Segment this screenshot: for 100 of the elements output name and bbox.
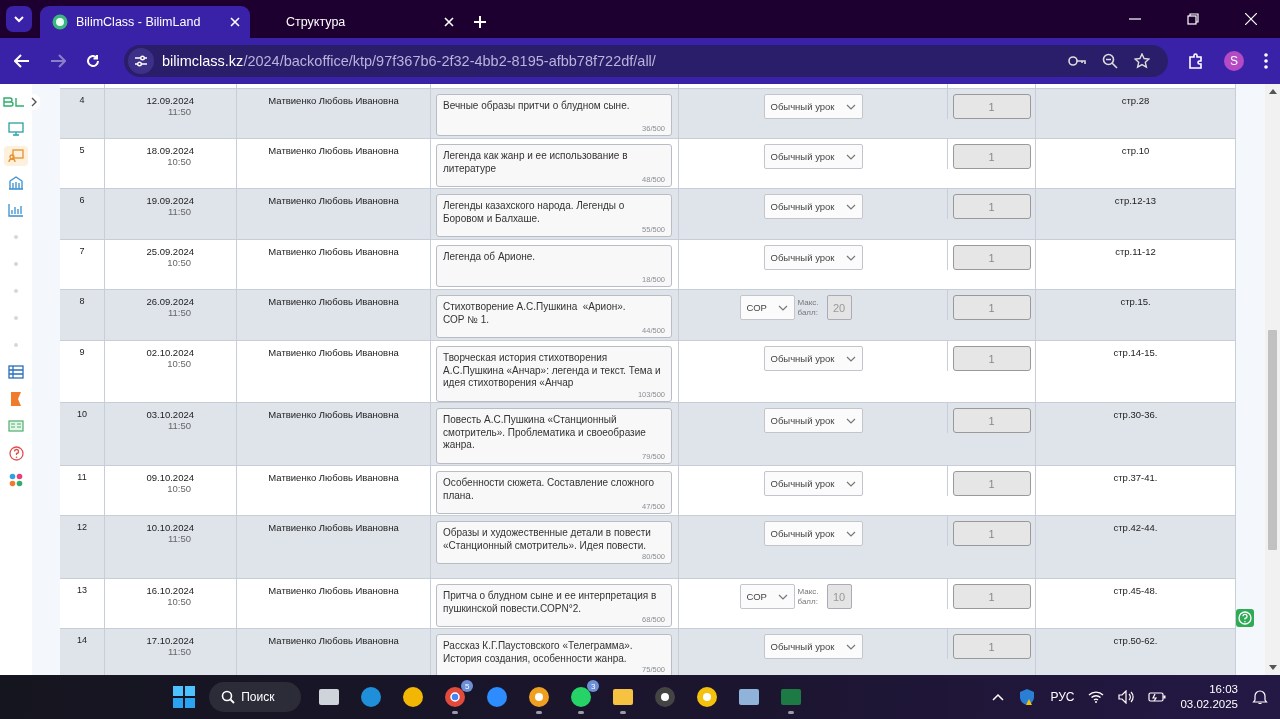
menu-icon[interactable] [1264, 53, 1268, 69]
language-indicator[interactable]: РУС [1050, 690, 1075, 704]
row-number: 9 [79, 347, 85, 357]
pages-text: стр.10 [1121, 145, 1150, 156]
caret-icon [845, 530, 856, 537]
teacher-name: Матвиенко Любовь Ивановна [268, 95, 399, 106]
notification-icon[interactable] [1252, 689, 1268, 705]
apps-icon [9, 473, 23, 487]
chevron-icon[interactable] [28, 94, 40, 110]
lesson-time: 10:50 [167, 483, 192, 494]
caret-icon [845, 480, 856, 487]
app-icon [401, 685, 426, 709]
shield-icon[interactable] [1018, 688, 1037, 706]
address-bar[interactable]: bilimclass.kz/2024/backoffice/ktp/97f367b6-2f32-4bb2-8195-afbb78f722df/all/ [124, 45, 1168, 77]
max-score-label: Макс. балл: [797, 586, 820, 607]
close-icon[interactable] [444, 17, 454, 27]
lesson-date: 19.09.2024 [146, 195, 194, 206]
url-text: bilimclass.kz/2024/backoffice/ktp/97f367b6-2f32-4bb2-8195-afbb78f722df/all/ [162, 53, 656, 69]
lesson-time: 11:50 [167, 533, 192, 544]
caret-icon [777, 304, 788, 311]
help-icon[interactable] [1236, 609, 1254, 627]
wifi-icon[interactable] [1088, 691, 1105, 703]
lesson-type-select[interactable]: Обычный урок [763, 471, 863, 496]
nav-dot[interactable] [14, 235, 18, 239]
row-number: 8 [79, 296, 85, 306]
chart-icon [8, 203, 24, 217]
lesson-type-select[interactable]: Обычный урок [763, 521, 863, 546]
lesson-date: 17.10.2024 [146, 635, 194, 646]
caret-icon [845, 153, 856, 160]
site-icon [52, 14, 68, 30]
teacher-name: Матвиенко Любовь Ивановна [268, 347, 399, 358]
nav-dot[interactable] [14, 316, 18, 320]
scrollbar-thumb[interactable] [1268, 330, 1277, 550]
card-icon [8, 420, 24, 432]
teacher-board-icon [8, 149, 24, 163]
caret-icon [845, 103, 856, 110]
profile-avatar[interactable]: S [1224, 51, 1244, 71]
lesson-type-select[interactable]: Обычный урок [763, 144, 863, 169]
lesson-date: 09.10.2024 [146, 472, 194, 483]
reload-icon[interactable] [86, 54, 100, 68]
app-icon [695, 685, 720, 709]
nav-dot[interactable] [14, 289, 18, 293]
close-icon[interactable] [230, 17, 240, 27]
pages-text: стр.28 [1121, 95, 1150, 106]
windows-icon[interactable] [173, 686, 196, 708]
caret-icon [13, 15, 25, 23]
tab-title: Структура [286, 15, 347, 29]
volume-icon[interactable] [1118, 690, 1135, 704]
site-settings-icon[interactable] [128, 48, 154, 74]
caret-icon [845, 417, 856, 424]
monitor-icon [8, 122, 24, 136]
search-icon [221, 690, 236, 704]
row-number: 11 [77, 472, 87, 482]
row-number: 6 [79, 195, 85, 205]
teacher-name: Матвиенко Любовь Ивановна [268, 585, 399, 596]
lesson-type-select[interactable]: СОР [739, 584, 795, 609]
close-icon[interactable] [1245, 13, 1257, 25]
lesson-type-select[interactable]: Обычный урок [763, 346, 863, 371]
star-icon[interactable] [1134, 53, 1150, 69]
search-button[interactable]: Поиск [209, 682, 302, 712]
back-icon[interactable] [14, 54, 30, 68]
key-icon[interactable] [1068, 55, 1086, 67]
pages-text: стр.15. [1120, 296, 1151, 307]
browser-tab[interactable]: BilimClass - BilimLand [40, 6, 250, 38]
clock-date[interactable]: 03.02.2025 [1180, 697, 1238, 712]
notification-badge: 5 [461, 680, 474, 692]
puzzle-icon[interactable] [1188, 53, 1204, 69]
app-icon [443, 685, 468, 709]
teacher-name: Матвиенко Любовь Ивановна [268, 472, 399, 483]
row-number: 10 [77, 409, 87, 419]
restore-icon[interactable] [1187, 13, 1199, 25]
app-icon [485, 685, 510, 709]
app-icon [359, 685, 384, 709]
teacher-name: Матвиенко Любовь Ивановна [268, 195, 399, 206]
lesson-type-select[interactable]: Обычный урок [763, 94, 863, 119]
lesson-time: 11:50 [167, 106, 192, 117]
battery-icon[interactable] [1148, 691, 1167, 703]
row-number: 5 [79, 145, 85, 155]
lesson-type-select[interactable]: СОР [739, 295, 795, 320]
lesson-type-select[interactable]: Обычный урок [763, 245, 863, 270]
pages-text: стр.50-62. [1113, 635, 1158, 646]
row-number: 14 [77, 635, 87, 645]
row-number: 12 [77, 522, 87, 532]
lesson-type-select[interactable]: Обычный урок [763, 194, 863, 219]
zoom-out-icon[interactable] [1102, 53, 1118, 69]
forward-icon[interactable] [50, 54, 66, 68]
new-tab-icon[interactable] [474, 16, 486, 28]
scroll-down-icon[interactable] [1268, 665, 1277, 671]
nav-dot[interactable] [14, 343, 18, 347]
lesson-type-select[interactable]: Обычный урок [763, 408, 863, 433]
browser-tab[interactable]: Структура [250, 6, 464, 38]
clock-time[interactable]: 16:03 [1209, 682, 1238, 697]
chevron-up-icon[interactable] [992, 693, 1005, 701]
teacher-name: Матвиенко Любовь Ивановна [268, 409, 399, 420]
tab-list-button[interactable] [6, 6, 32, 32]
lesson-date: 10.10.2024 [146, 522, 194, 533]
pages-text: стр.42-44. [1113, 522, 1158, 533]
nav-dot[interactable] [14, 262, 18, 266]
lesson-type-select[interactable]: Обычный урок [763, 634, 863, 659]
scroll-up-icon[interactable] [1268, 88, 1277, 94]
